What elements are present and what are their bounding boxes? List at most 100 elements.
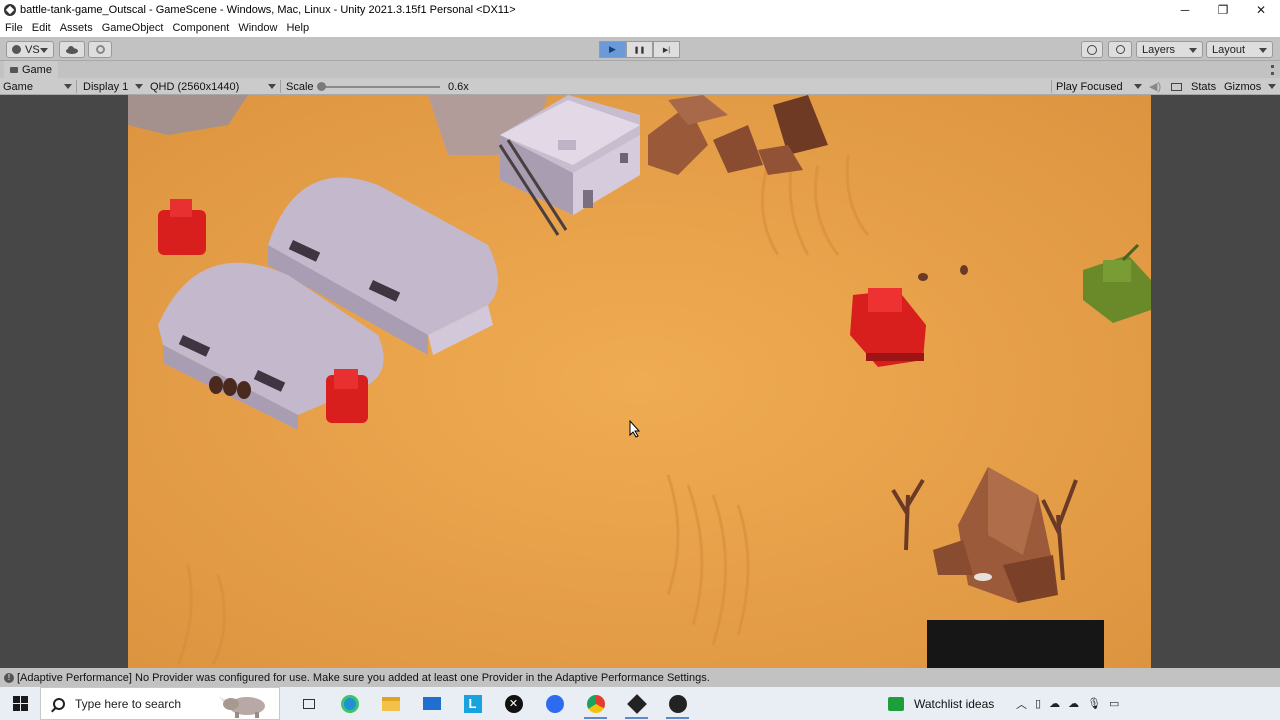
l-app-icon[interactable]: L xyxy=(452,687,493,720)
separator xyxy=(280,80,281,93)
xbox-icon[interactable]: ✕ xyxy=(493,687,534,720)
mail-icon[interactable] xyxy=(411,687,452,720)
window-titlebar: battle-tank-game_Outscal - GameScene - W… xyxy=(0,0,1280,19)
scale-value: 0.6x xyxy=(448,80,469,93)
pause-button[interactable]: ❚❚ xyxy=(626,41,653,58)
main-toolbar: VS ▶ ❚❚ ▶| Layers Layout xyxy=(0,37,1280,61)
account-icon xyxy=(12,45,21,54)
game-render-view[interactable] xyxy=(128,95,1151,668)
info-icon: ! xyxy=(4,672,14,683)
enemy-tank-2 xyxy=(326,369,368,423)
chrome-icon[interactable] xyxy=(575,687,616,720)
task-view-icon[interactable] xyxy=(288,687,329,720)
play-controls: ▶ ❚❚ ▶| xyxy=(599,41,680,58)
step-icon: ▶| xyxy=(662,46,671,54)
stats-label: Stats xyxy=(1191,80,1217,93)
search-button[interactable] xyxy=(1108,41,1132,58)
onedrive-icon[interactable]: ☁ xyxy=(1068,697,1079,710)
menu-component[interactable]: Component xyxy=(172,22,229,34)
taskbar-search[interactable]: Type here to search xyxy=(40,687,280,720)
watchlist-label: Watchlist ideas xyxy=(914,696,995,711)
account-label: VS xyxy=(25,43,40,56)
menu-help[interactable]: Help xyxy=(286,22,309,34)
windows-taskbar: Type here to search L ✕ Watchlist ideas … xyxy=(0,687,1280,720)
resolution-caret-icon xyxy=(268,84,276,89)
search-icon xyxy=(53,697,65,710)
close-button[interactable]: ✕ xyxy=(1242,0,1280,19)
view-caret-icon xyxy=(64,84,72,89)
unity-app-icon xyxy=(4,3,16,16)
step-button[interactable]: ▶| xyxy=(653,41,680,58)
cloud-button[interactable] xyxy=(59,41,85,58)
collab-button[interactable] xyxy=(88,41,112,58)
cloud-icon xyxy=(66,46,78,54)
menu-window[interactable]: Window xyxy=(238,22,277,34)
window-controls: ─ ❐ ✕ xyxy=(1166,0,1280,19)
microphone-icon[interactable]: 🎙 xyxy=(1087,697,1101,710)
watchlist-widget[interactable]: Watchlist ideas xyxy=(888,687,994,720)
display-dropdown[interactable]: Display 1 xyxy=(83,78,128,95)
collab-icon xyxy=(95,45,105,54)
device-icon[interactable]: ▯ xyxy=(1035,697,1041,710)
scale-slider-handle[interactable] xyxy=(317,82,326,91)
scale-slider[interactable] xyxy=(320,86,440,88)
skull-bones xyxy=(974,573,992,581)
layers-dropdown[interactable]: Layers xyxy=(1136,41,1203,58)
shell xyxy=(960,265,968,275)
gizmos-button[interactable]: Gizmos xyxy=(1224,78,1261,95)
gizmos-caret-icon xyxy=(1268,84,1276,89)
game-scene xyxy=(128,95,1151,668)
stats-button[interactable]: Stats xyxy=(1191,78,1216,95)
layout-label: Layout xyxy=(1212,43,1246,56)
layout-dropdown[interactable]: Layout xyxy=(1206,41,1273,58)
minimize-button[interactable]: ─ xyxy=(1166,0,1204,19)
chevron-up-icon[interactable]: ︿ xyxy=(1016,696,1027,712)
panel-tab-row: Game xyxy=(0,61,1280,78)
console-status-bar[interactable]: ! [Adaptive Performance] No Provider was… xyxy=(0,668,1280,687)
menu-file[interactable]: File xyxy=(5,22,23,34)
tab-game-label: Game xyxy=(22,63,52,76)
play-mode-dropdown[interactable]: Play Focused xyxy=(1056,78,1123,95)
edge-icon[interactable] xyxy=(329,687,370,720)
window-title: battle-tank-game_Outscal - GameScene - W… xyxy=(20,3,516,16)
menu-edit[interactable]: Edit xyxy=(32,22,51,34)
cloud-icon[interactable]: ☁ xyxy=(1049,697,1060,710)
scale-label: Scale xyxy=(286,80,314,93)
separator xyxy=(1051,80,1052,93)
separator xyxy=(76,80,77,93)
account-dropdown[interactable]: VS xyxy=(6,41,54,58)
rhino-illustration-icon xyxy=(219,696,265,718)
play-mode-caret-icon xyxy=(1134,84,1142,89)
zoom-icon[interactable] xyxy=(534,687,575,720)
shell xyxy=(918,273,928,281)
system-tray: ︿ ▯ ☁ ☁ 🎙 ▭ xyxy=(1012,687,1123,720)
resolution-dropdown[interactable]: QHD (2560x1440) xyxy=(150,78,239,95)
battery-icon[interactable]: ▭ xyxy=(1109,697,1119,710)
obs-icon[interactable] xyxy=(657,687,698,720)
resolution-label: QHD (2560x1440) xyxy=(150,80,240,93)
display-label: Display 1 xyxy=(83,80,129,93)
play-button[interactable]: ▶ xyxy=(599,41,626,58)
view-label: Game xyxy=(3,80,33,93)
panel-menu-icon[interactable] xyxy=(1271,65,1274,75)
menu-assets[interactable]: Assets xyxy=(60,22,93,34)
stock-chart-icon xyxy=(888,696,904,711)
view-dropdown[interactable]: Game xyxy=(3,78,33,95)
unity-icon[interactable] xyxy=(616,687,657,720)
game-view-bar: Game Display 1 QHD (2560x1440) Scale 0.6… xyxy=(0,78,1280,95)
play-icon: ▶ xyxy=(609,44,616,54)
layers-label: Layers xyxy=(1142,43,1176,56)
gizmos-label: Gizmos xyxy=(1224,80,1262,93)
start-button[interactable] xyxy=(0,687,40,720)
display-caret-icon xyxy=(135,84,143,89)
restore-button[interactable]: ❐ xyxy=(1204,0,1242,19)
aspect-icon[interactable] xyxy=(1171,78,1182,95)
mute-audio-icon[interactable]: ◀) xyxy=(1149,78,1161,95)
history-button[interactable] xyxy=(1081,41,1103,58)
history-icon xyxy=(1087,44,1097,55)
taskbar-apps: L ✕ xyxy=(288,687,698,720)
file-explorer-icon[interactable] xyxy=(370,687,411,720)
status-message: [Adaptive Performance] No Provider was c… xyxy=(17,671,710,684)
menu-gameobject[interactable]: GameObject xyxy=(102,22,164,34)
tab-game[interactable]: Game xyxy=(4,61,58,78)
